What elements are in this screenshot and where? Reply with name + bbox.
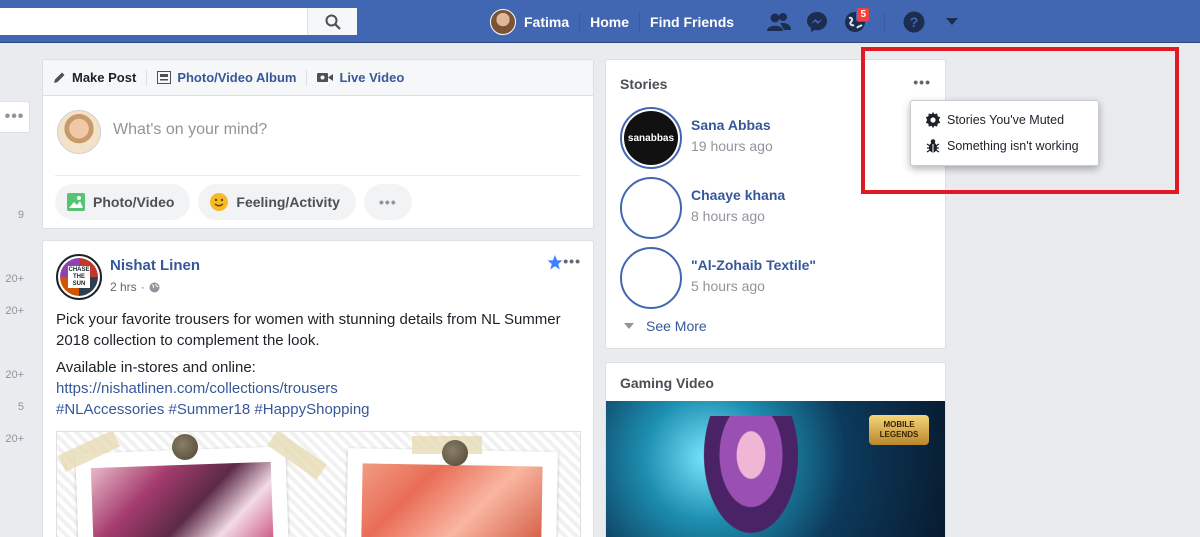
photo-content: [361, 463, 543, 537]
post-hashtags[interactable]: #NLAccessories #Summer18 #HappyShopping: [56, 399, 586, 420]
tab-label: Live Video: [339, 70, 405, 85]
post-options-button[interactable]: •••: [563, 253, 581, 269]
tab-divider: [146, 69, 148, 86]
pin-decoration: [442, 440, 468, 466]
story-thumbnail: [620, 247, 682, 309]
composer-tabs: Make Post Photo/Video Album Live Video: [43, 60, 593, 96]
feed-post: CHASE THE SUN Nishat Linen 2 hrs · ••• Pic…: [42, 240, 594, 537]
nav-links: Fatima Home Find Friends: [490, 0, 734, 43]
help-button[interactable]: ?: [895, 0, 933, 43]
post-author[interactable]: Nishat Linen: [110, 257, 200, 274]
public-globe-icon: [149, 282, 160, 292]
product-photo: [75, 446, 289, 537]
tab-photo-video-album[interactable]: Photo/Video Album: [157, 70, 306, 85]
action-label: Photo/Video: [93, 194, 175, 210]
friend-requests-button[interactable]: [760, 0, 798, 43]
story-thumbnail: sanabbas: [620, 107, 682, 169]
story-image: sanabbas: [624, 111, 678, 165]
caret-down-icon: [946, 17, 958, 25]
sidebar-count: 9: [17, 209, 24, 221]
post-text: Pick your favorite trousers for women wi…: [56, 311, 561, 349]
story-time: 5 hours ago: [691, 278, 765, 294]
notifications-button[interactable]: 5: [836, 0, 874, 43]
tab-make-post[interactable]: Make Post: [53, 70, 146, 85]
smiley-icon: [210, 193, 229, 211]
see-more-link[interactable]: See More: [624, 318, 707, 334]
tab-live-video[interactable]: Live Video: [317, 70, 414, 85]
user-name-link[interactable]: Fatima: [524, 14, 569, 30]
nav-divider: [579, 11, 581, 32]
find-friends-link[interactable]: Find Friends: [650, 14, 734, 30]
game-logo: MOBILE LEGENDS: [869, 415, 929, 445]
gaming-video-title: Gaming Video: [620, 375, 714, 391]
home-link[interactable]: Home: [590, 14, 629, 30]
account-menu-button[interactable]: [933, 0, 971, 43]
story-time: 19 hours ago: [691, 138, 773, 154]
gaming-video-panel: Gaming Video MOBILE LEGENDS: [605, 362, 946, 537]
messages-button[interactable]: [798, 0, 836, 43]
sidebar-count: 20+: [5, 433, 24, 445]
post-timestamp: 2 hrs ·: [110, 280, 160, 294]
page-logo: CHASE THE SUN: [68, 266, 90, 288]
page-avatar[interactable]: CHASE THE SUN: [56, 254, 102, 300]
left-more-button[interactable]: •••: [0, 101, 30, 133]
highlight-annotation-box: [861, 47, 1179, 194]
story-name: Chaaye khana: [691, 187, 786, 203]
sidebar-count: 20+: [5, 305, 24, 317]
messenger-icon: [807, 11, 827, 32]
story-name: Sana Abbas: [691, 117, 771, 133]
avatar-ring: CHASE THE SUN: [60, 258, 98, 296]
nav-divider: [639, 11, 641, 32]
story-time: 8 hours ago: [691, 208, 765, 224]
see-more-label: See More: [646, 318, 707, 334]
video-artwork: [696, 416, 806, 537]
album-icon: [157, 71, 172, 84]
star-icon[interactable]: [547, 255, 563, 270]
sidebar-count: 20+: [5, 273, 24, 285]
dot-separator: ·: [140, 280, 145, 294]
tab-divider: [306, 69, 308, 86]
chevron-down-icon: [624, 322, 634, 329]
post-link[interactable]: https://nishatlinen.com/collections/trou…: [56, 378, 586, 399]
sidebar-count: 5: [17, 401, 24, 413]
tab-label: Make Post: [72, 70, 137, 85]
notification-badge: 5: [856, 7, 870, 22]
post-time-text[interactable]: 2 hrs: [110, 280, 137, 294]
search-input[interactable]: [0, 8, 357, 35]
stories-title: Stories: [620, 76, 668, 92]
action-label: Feeling/Activity: [236, 194, 340, 210]
photo-video-button[interactable]: Photo/Video: [55, 184, 191, 220]
post-text: Available in-stores and online:: [56, 359, 256, 376]
post-composer: Make Post Photo/Video Album Live Video W…: [42, 59, 594, 229]
photo-content: [90, 461, 274, 537]
user-avatar[interactable]: [490, 8, 516, 35]
help-icon: ?: [903, 11, 925, 32]
story-thumbnail: [620, 177, 682, 239]
search-button[interactable]: [307, 8, 357, 35]
tab-label: Photo/Video Album: [177, 70, 297, 85]
nav-divider: [884, 11, 885, 32]
composer-body: What's on your mind?: [55, 96, 581, 176]
feeling-activity-button[interactable]: Feeling/Activity: [198, 184, 356, 220]
pin-decoration: [172, 434, 198, 460]
video-camera-icon: [317, 73, 334, 82]
composer-actions: Photo/Video Feeling/Activity •••: [43, 176, 593, 228]
post-body: Pick your favorite trousers for women wi…: [56, 309, 586, 420]
post-image[interactable]: [56, 431, 581, 537]
video-thumbnail[interactable]: MOBILE LEGENDS: [606, 401, 945, 537]
nav-icons: 5 ?: [760, 0, 971, 43]
friends-icon: [767, 12, 791, 31]
search-icon: [325, 14, 341, 30]
story-name: "Al-Zohaib Textile": [691, 257, 817, 273]
sidebar-count: 20+: [5, 369, 24, 381]
avatar: [57, 110, 101, 154]
svg-text:?: ?: [910, 14, 919, 30]
top-navigation-bar: Fatima Home Find Friends 5 ?: [0, 0, 1200, 43]
story-item[interactable]: "Al-Zohaib Textile" 5 hours ago: [620, 247, 940, 309]
pencil-icon: [54, 72, 65, 83]
more-options-button[interactable]: •••: [363, 184, 412, 220]
photo-icon: [67, 193, 85, 211]
status-input[interactable]: What's on your mind?: [113, 121, 267, 139]
